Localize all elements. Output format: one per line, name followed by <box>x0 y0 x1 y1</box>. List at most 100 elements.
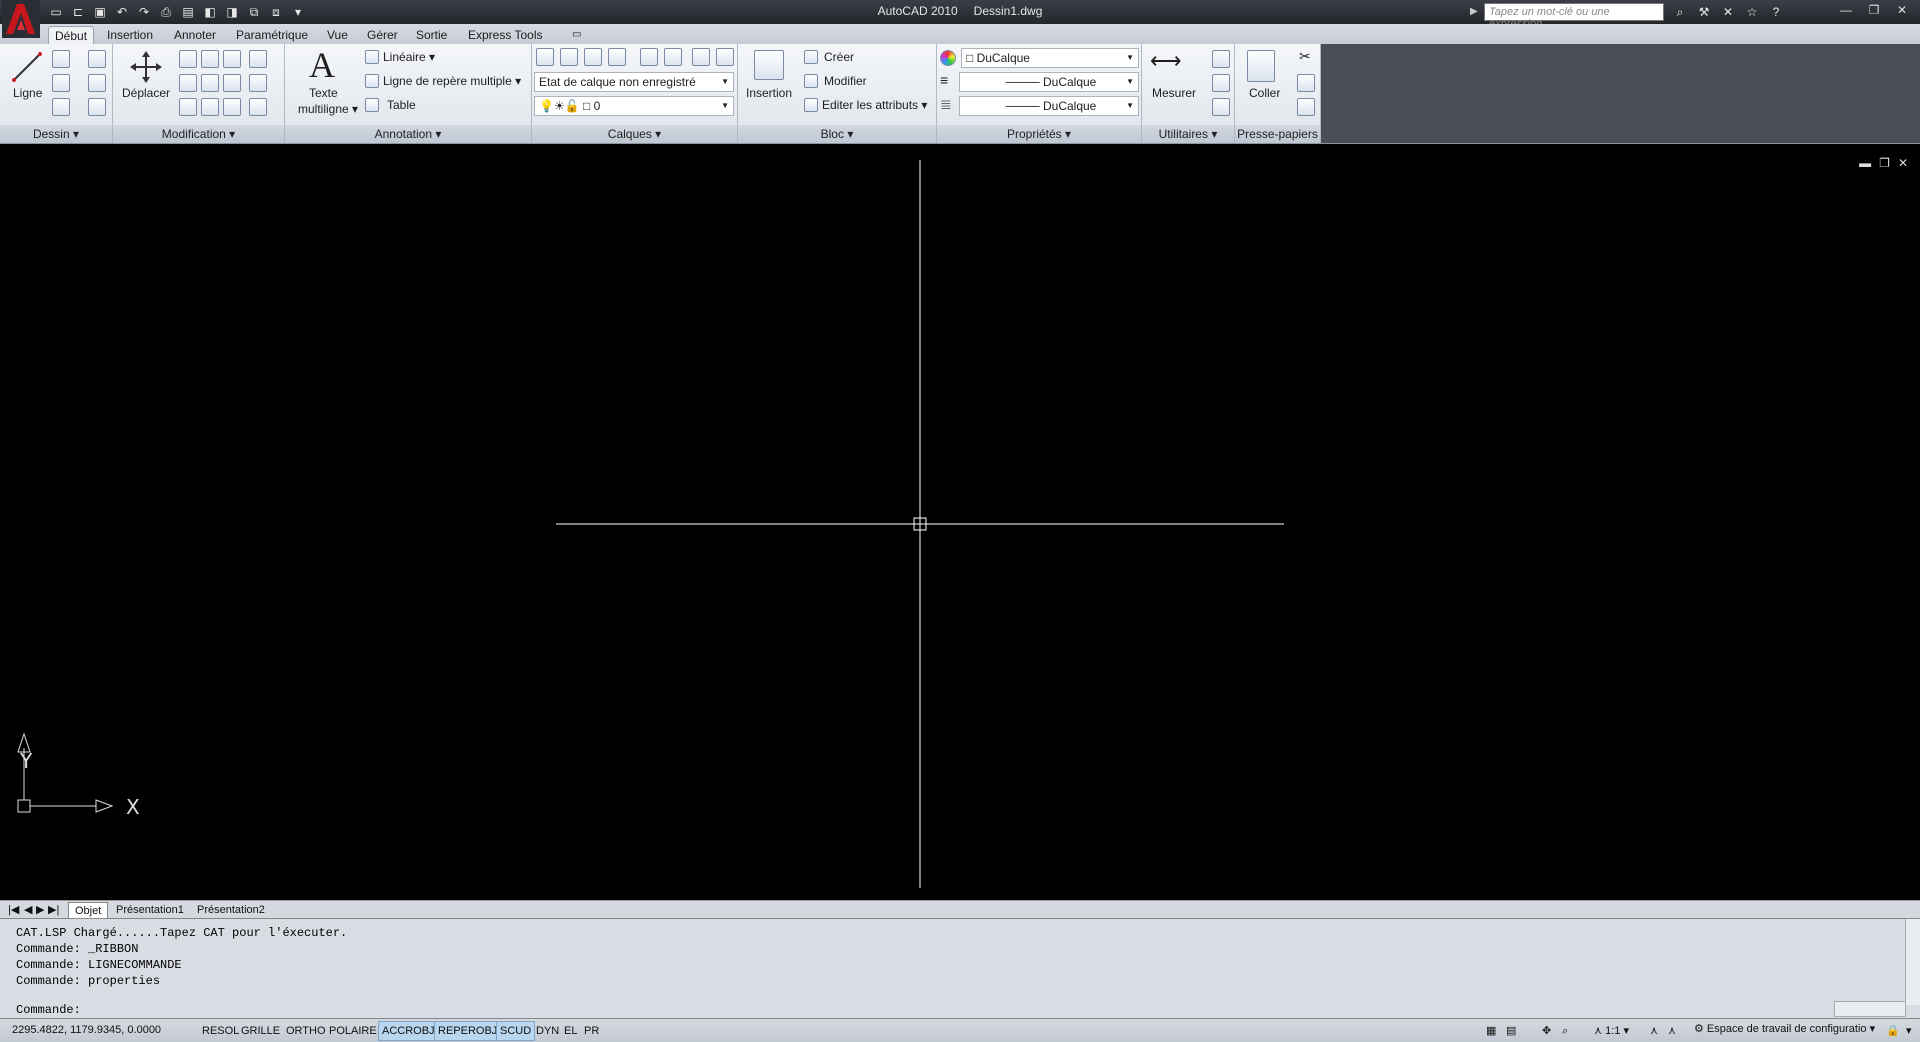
linear-dimension-button[interactable]: Linéaire ▾ <box>383 50 435 64</box>
tab-vue[interactable]: Vue <box>321 26 354 44</box>
stretch-icon[interactable] <box>179 74 197 92</box>
id-point-icon[interactable] <box>1212 74 1230 92</box>
fillet-icon[interactable] <box>179 98 197 116</box>
toolbar-lock-icon[interactable]: 🔒 <box>1882 1021 1904 1041</box>
paste-icon[interactable] <box>1247 50 1275 82</box>
toggle-reperobj[interactable]: REPEROBJ <box>434 1021 502 1041</box>
tab-gerer[interactable]: Gérer <box>361 26 404 44</box>
tab-annoter[interactable]: Annoter <box>168 26 222 44</box>
erase-icon[interactable] <box>249 50 267 68</box>
application-menu-button[interactable] <box>2 0 40 38</box>
panel-title-dessin[interactable]: Dessin ▾ <box>0 125 112 143</box>
viewport-restore-icon[interactable]: ❐ <box>1879 156 1890 170</box>
rotate-icon[interactable] <box>88 50 106 68</box>
edit-block-button[interactable]: Modifier <box>824 74 867 88</box>
layer-freeze-icon[interactable] <box>640 48 658 66</box>
create-block-button[interactable]: Créer <box>824 50 854 64</box>
model-space-icon[interactable]: ▦ <box>1482 1021 1500 1041</box>
trim-icon[interactable] <box>223 50 241 68</box>
scale-icon[interactable] <box>201 74 219 92</box>
rotate-modify-icon[interactable] <box>201 50 219 68</box>
measure-icon[interactable]: ⟷ <box>1150 48 1182 74</box>
layer-isolate-icon[interactable] <box>608 48 626 66</box>
move-icon[interactable] <box>129 50 163 84</box>
layer-dropdown[interactable]: 💡☀🔓 □ 0 ▼ <box>534 96 734 116</box>
explode-icon[interactable] <box>249 74 267 92</box>
line-tool-icon[interactable] <box>10 50 44 84</box>
ribbon-minimize-icon[interactable]: ▭ <box>566 26 587 44</box>
last-tab-icon[interactable]: ▶| <box>42 902 65 918</box>
tab-presentation2[interactable]: Présentation2 <box>191 902 271 918</box>
multileader-button[interactable]: Ligne de repère multiple ▾ <box>383 74 521 88</box>
toggle-polaire[interactable]: POLAIRE <box>325 1021 381 1041</box>
binoculars-icon[interactable]: ⌕ <box>1670 2 1690 22</box>
command-input[interactable]: Commande: <box>16 1003 81 1017</box>
quick-select-icon[interactable] <box>1212 50 1230 68</box>
panel-title-annotation[interactable]: Annotation ▾ <box>285 125 531 143</box>
toggle-accrobj[interactable]: ACCROBJ <box>378 1021 439 1041</box>
toggle-pr[interactable]: PR <box>580 1021 603 1041</box>
toggle-grille[interactable]: GRILLE <box>237 1021 284 1041</box>
chamfer-icon[interactable] <box>249 98 267 116</box>
toggle-scud[interactable]: SCUD <box>496 1021 536 1041</box>
layout-icon[interactable]: ▤ <box>1502 1021 1520 1041</box>
panel-title-calques[interactable]: Calques ▾ <box>532 125 737 143</box>
tab-sortie[interactable]: Sortie <box>410 26 453 44</box>
lineweight-dropdown[interactable]: ──── DuCalque ▼ <box>959 96 1139 116</box>
drawing-area[interactable]: Y X <box>0 148 1920 900</box>
coordinates-readout[interactable]: 2295.4822, 1179.9345, 0.0000 <box>12 1024 161 1036</box>
calculator-icon[interactable] <box>1212 98 1230 116</box>
toggle-dyn[interactable]: DYN <box>532 1021 563 1041</box>
match-properties-icon[interactable] <box>1297 98 1315 116</box>
panel-title-proprietes[interactable]: Propriétés ▾ <box>937 125 1141 143</box>
layer-off-icon[interactable] <box>584 48 602 66</box>
pan-icon[interactable]: ✥ <box>1538 1021 1555 1041</box>
panel-title-bloc[interactable]: Bloc ▾ <box>738 125 936 143</box>
workspace-switcher[interactable]: ⚙ Espace de travail de configuratio ▾ <box>1694 1022 1875 1035</box>
panel-title-presse-papiers[interactable]: Presse-papiers <box>1235 125 1320 143</box>
linetype-dropdown[interactable]: ──── DuCalque ▼ <box>959 72 1139 92</box>
tab-parametrique[interactable]: Paramétrique <box>230 26 314 44</box>
copy-icon[interactable] <box>179 50 197 68</box>
mirror-icon[interactable] <box>223 74 241 92</box>
layer-state-dropdown[interactable]: Etat de calque non enregistré ▼ <box>534 72 734 92</box>
favorites-star-icon[interactable]: ☆ <box>1742 2 1762 22</box>
subscription-icon[interactable]: ⚒ <box>1694 2 1714 22</box>
annotation-scale[interactable]: ⋏ 1:1 ▾ <box>1590 1021 1633 1041</box>
help-icon[interactable]: ? <box>1766 2 1786 22</box>
command-scrollbar[interactable] <box>1905 919 1920 1005</box>
tab-insertion[interactable]: Insertion <box>101 26 159 44</box>
close-icon[interactable]: ✕ <box>1888 0 1916 20</box>
layer-lock-icon[interactable] <box>664 48 682 66</box>
insert-block-icon[interactable] <box>754 50 784 80</box>
annotation-visibility-icon[interactable]: ⋏ <box>1646 1021 1662 1041</box>
tab-express-tools[interactable]: Express Tools <box>462 26 548 44</box>
array-icon[interactable] <box>201 98 219 116</box>
search-input[interactable]: Tapez un mot-clé ou une expression <box>1484 3 1664 30</box>
ellipse-icon[interactable] <box>52 98 70 116</box>
layer-state-icon[interactable] <box>560 48 578 66</box>
tab-debut[interactable]: Début <box>48 26 95 45</box>
polyline-icon[interactable] <box>52 50 70 68</box>
hatch-icon[interactable] <box>88 98 106 116</box>
restore-icon[interactable]: ❐ <box>1860 0 1888 20</box>
search-expand-icon[interactable]: ▶ <box>1470 3 1482 21</box>
command-horizontal-scrollbar[interactable] <box>1834 1001 1906 1017</box>
layer-previous-icon[interactable] <box>716 48 734 66</box>
panel-title-modification[interactable]: Modification ▾ <box>113 125 284 143</box>
circle-icon[interactable] <box>52 74 70 92</box>
edit-attributes-button[interactable]: Editer les attributs ▾ <box>822 98 927 112</box>
communication-icon[interactable]: ✕ <box>1718 2 1738 22</box>
toggle-ortho[interactable]: ORTHO <box>282 1021 330 1041</box>
tab-presentation1[interactable]: Présentation1 <box>110 902 190 918</box>
multiline-text-button[interactable]: multiligne ▾ <box>298 102 358 116</box>
table-button[interactable]: Table <box>387 98 416 112</box>
rectangle-icon[interactable] <box>88 74 106 92</box>
layer-match-icon[interactable] <box>692 48 710 66</box>
copy-clip-icon[interactable] <box>1297 74 1315 92</box>
autoscale-icon[interactable]: ⋏ <box>1664 1021 1680 1041</box>
color-dropdown[interactable]: □ DuCalque ▼ <box>961 48 1139 68</box>
panel-title-utilitaires[interactable]: Utilitaires ▾ <box>1142 125 1234 143</box>
zoom-icon[interactable]: ⌕ <box>1558 1021 1572 1041</box>
layer-properties-icon[interactable] <box>536 48 554 66</box>
